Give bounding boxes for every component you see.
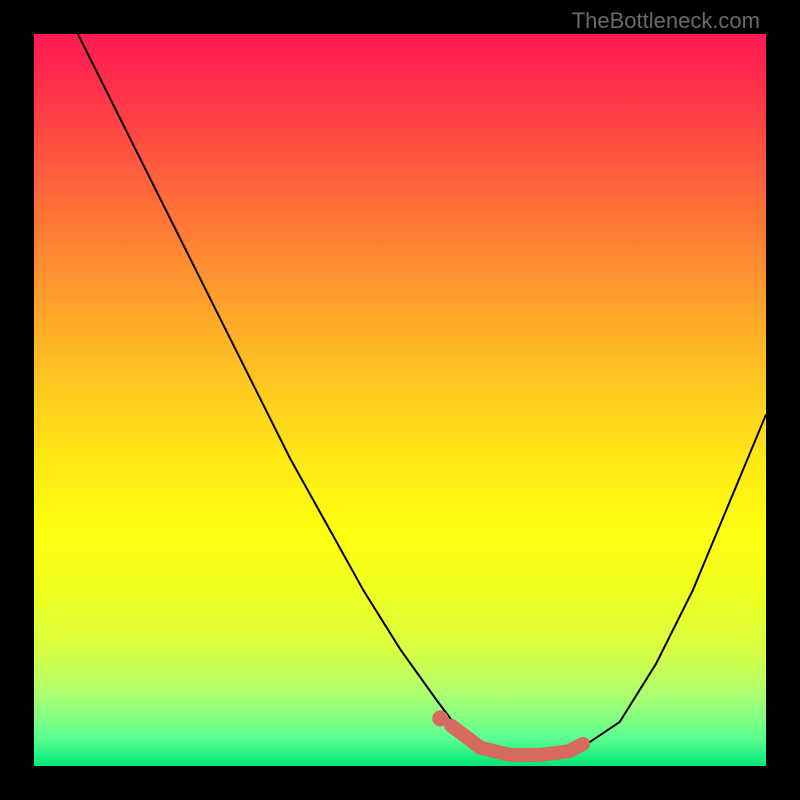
plot-area xyxy=(34,34,766,766)
bottleneck-curve xyxy=(78,34,766,759)
curve-group xyxy=(78,34,766,759)
highlight-segment xyxy=(451,726,583,755)
chart-svg xyxy=(34,34,766,766)
chart-container: TheBottleneck.com xyxy=(0,0,800,800)
watermark-text: TheBottleneck.com xyxy=(572,8,760,34)
highlight-markers xyxy=(432,710,583,755)
highlight-start-dot xyxy=(432,710,448,726)
